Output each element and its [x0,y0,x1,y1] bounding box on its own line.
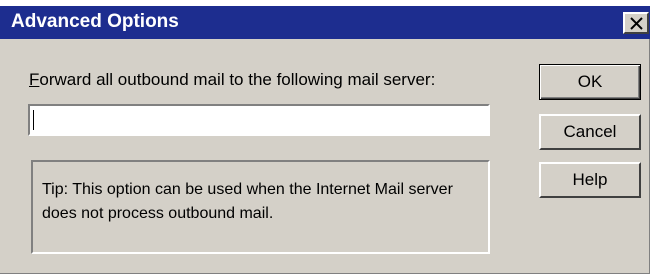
ok-button[interactable]: OK [539,64,641,100]
cancel-button[interactable]: Cancel [539,114,641,150]
close-button[interactable] [623,12,649,34]
label-accelerator: F [29,70,40,89]
title-bar[interactable]: Advanced Options [0,6,650,39]
label-text: orward all outbound mail to the followin… [39,70,436,89]
close-icon [630,17,643,30]
advanced-options-dialog: Advanced Options Forward all outbound ma… [0,6,650,274]
mail-server-label: Forward all outbound mail to the followi… [29,70,435,90]
mail-server-input[interactable] [28,104,490,136]
tip-text: Tip: This option can be used when the In… [42,181,453,222]
text-cursor [33,110,34,130]
help-button[interactable]: Help [539,162,641,198]
window-title: Advanced Options [11,11,179,32]
